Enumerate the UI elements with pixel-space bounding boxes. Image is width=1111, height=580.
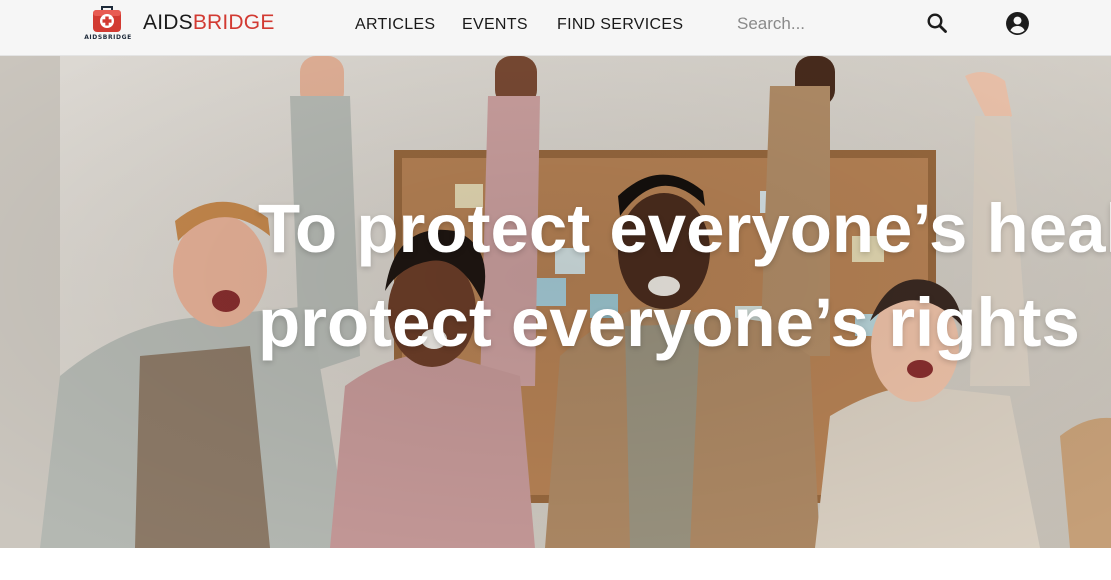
logo-caption: AIDSBRIDGE	[84, 34, 132, 41]
brand-name[interactable]: AIDSBRIDGE	[143, 11, 275, 35]
account-circle-icon	[1006, 12, 1029, 35]
first-aid-kit-icon	[93, 6, 121, 32]
brand-name-part-bridge: BRIDGE	[192, 11, 275, 34]
page-bottom-strip	[0, 548, 1111, 580]
hero-headline-line-2: protect everyone’s rights	[258, 284, 1080, 361]
hero-headline-line-1: To protect everyone’s health,	[258, 190, 1111, 267]
site-logo[interactable]: AIDSBRIDGE	[80, 5, 136, 43]
nav-articles[interactable]: ARTICLES	[355, 16, 435, 34]
hero-banner: To protect everyone’s health, protect ev…	[0, 56, 1111, 548]
account-button[interactable]	[1005, 11, 1030, 36]
site-header: AIDSBRIDGE AIDSBRIDGE ARTICLES EVENTS FI…	[0, 0, 1111, 56]
search-button[interactable]	[925, 11, 949, 35]
nav-find-services[interactable]: FIND SERVICES	[557, 16, 683, 34]
search-input[interactable]	[730, 9, 910, 39]
hero-headline: To protect everyone’s health, protect ev…	[258, 182, 1111, 370]
search-icon	[927, 13, 947, 33]
brand-name-part-aids: AIDS	[143, 11, 193, 34]
nav-events[interactable]: EVENTS	[462, 16, 528, 34]
